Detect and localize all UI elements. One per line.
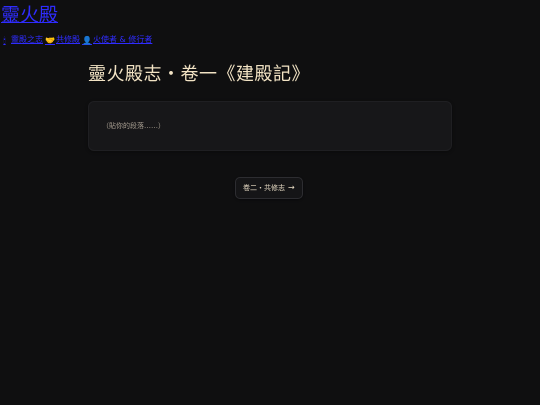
paste-card[interactable]: （貼你的段落……） (88, 101, 452, 151)
nav-item-fire-envoy-practitioner[interactable]: 👤 火使者 & 修行者 (82, 34, 152, 46)
next-button-container: 卷二・共修志 → (235, 175, 303, 199)
nav-item-label: 火使者 & 修行者 (93, 35, 153, 44)
main-content: 靈火殿志・卷一《建殿記》 （貼你的段落……） (88, 62, 452, 151)
next-volume-button[interactable]: 卷二・共修志 → (235, 177, 303, 199)
arrow-right-icon: → (288, 183, 295, 192)
nav-item-co-practice-hall[interactable]: 🤝 共修殿 (45, 34, 80, 46)
site-nav: 🕯 靈殿之志 🤝 共修殿 👤 火使者 & 修行者 (0, 34, 152, 46)
person-icon: 👤 (82, 35, 92, 45)
paste-placeholder-text: （貼你的段落……） (102, 122, 165, 130)
nav-item-label: 共修殿 (56, 35, 80, 44)
site-title-link[interactable]: 靈火殿 (1, 2, 58, 28)
nav-item-label: 靈殿之志 (11, 35, 43, 44)
nav-item-spirit-hall-aspiration[interactable]: 🕯 靈殿之志 (0, 34, 43, 46)
candle-icon: 🕯 (3, 35, 6, 45)
site-header: 靈火殿 🕯 靈殿之志 🤝 共修殿 👤 火使者 & 修行者 (0, 0, 540, 50)
handshake-icon: 🤝 (45, 35, 55, 45)
page-title: 靈火殿志・卷一《建殿記》 (88, 64, 310, 85)
next-volume-label: 卷二・共修志 (243, 184, 285, 192)
